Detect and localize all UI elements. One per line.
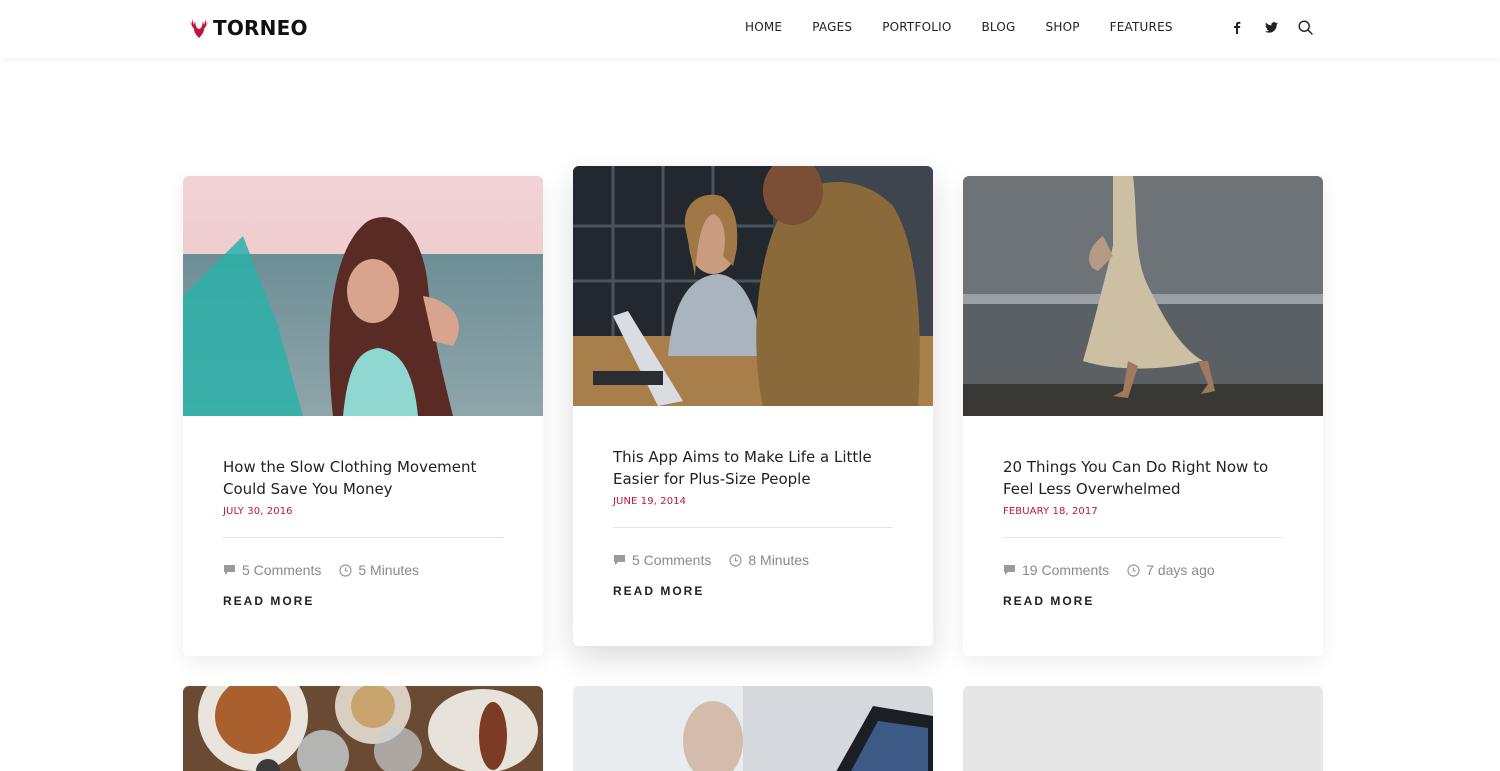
deer-logo-icon: [190, 19, 208, 38]
comment-icon: [224, 565, 235, 575]
read-more-link[interactable]: READ MORE: [223, 594, 314, 608]
nav-features[interactable]: FEATURES: [1110, 20, 1173, 34]
post-card: 20 Things You Can Do Right Now to Feel L…: [963, 176, 1323, 656]
read-time-label: 5 Minutes: [358, 562, 420, 578]
post-image-woman-sea[interactable]: [183, 176, 543, 416]
read-time: 7 days ago: [1127, 562, 1215, 578]
site-logo[interactable]: TORNEO: [188, 14, 308, 42]
post-image-office[interactable]: [573, 166, 933, 406]
post-title[interactable]: How the Slow Clothing Movement Could Sav…: [223, 456, 503, 500]
site-header: TORNEO HOME PAGES PORTFOLIO BLOG SHOP FE…: [0, 0, 1500, 58]
post-card: How the Slow Clothing Movement Could Sav…: [183, 176, 543, 656]
nav-shop[interactable]: SHOP: [1046, 20, 1080, 34]
post-title[interactable]: This App Aims to Make Life a Little Easi…: [613, 446, 893, 490]
clock-icon: [339, 563, 352, 577]
nav-pages[interactable]: PAGES: [812, 20, 852, 34]
divider: [223, 537, 503, 538]
clock-icon: [729, 553, 742, 567]
facebook-icon[interactable]: [1228, 18, 1246, 36]
read-time: 8 Minutes: [729, 552, 809, 568]
post-title[interactable]: 20 Things You Can Do Right Now to Feel L…: [1003, 456, 1283, 500]
post-card: This App Aims to Make Life a Little Easi…: [573, 166, 933, 646]
comments-label: 5 Comments: [632, 552, 712, 568]
search-icon[interactable]: [1296, 18, 1314, 36]
comments-label: 19 Comments: [1022, 562, 1110, 578]
comments-count[interactable]: 5 Comments: [223, 562, 321, 578]
comments-count[interactable]: 19 Comments: [1003, 562, 1109, 578]
read-time-label: 7 days ago: [1146, 562, 1215, 578]
nav-portfolio[interactable]: PORTFOLIO: [882, 20, 951, 34]
read-time: 5 Minutes: [339, 562, 419, 578]
post-date: FEBUARY 18, 2017: [1003, 506, 1098, 517]
comment-icon: [614, 555, 625, 565]
clock-icon: [1127, 563, 1140, 577]
post-image-gray[interactable]: [963, 686, 1323, 771]
nav-home[interactable]: HOME: [745, 20, 782, 34]
header-icons: [1228, 18, 1314, 36]
post-date: JUNE 19, 2014: [613, 496, 687, 507]
post-image-tablet[interactable]: [573, 686, 933, 771]
post-date: JULY 30, 2016: [223, 506, 293, 517]
nav-blog[interactable]: BLOG: [981, 20, 1015, 34]
twitter-icon[interactable]: [1262, 18, 1280, 36]
comments-label: 5 Comments: [242, 562, 322, 578]
post-image-food[interactable]: [183, 686, 543, 771]
post-image-beach-walk[interactable]: [963, 176, 1323, 416]
comment-icon: [1004, 565, 1015, 575]
main-nav: HOME PAGES PORTFOLIO BLOG SHOP FEATURES: [745, 20, 1173, 34]
read-more-link[interactable]: READ MORE: [1003, 594, 1094, 608]
read-time-label: 8 Minutes: [748, 552, 810, 568]
divider: [1003, 537, 1283, 538]
read-more-link[interactable]: READ MORE: [613, 584, 704, 598]
brand-name: TORNEO: [213, 16, 308, 40]
comments-count[interactable]: 5 Comments: [613, 552, 711, 568]
divider: [613, 527, 893, 528]
